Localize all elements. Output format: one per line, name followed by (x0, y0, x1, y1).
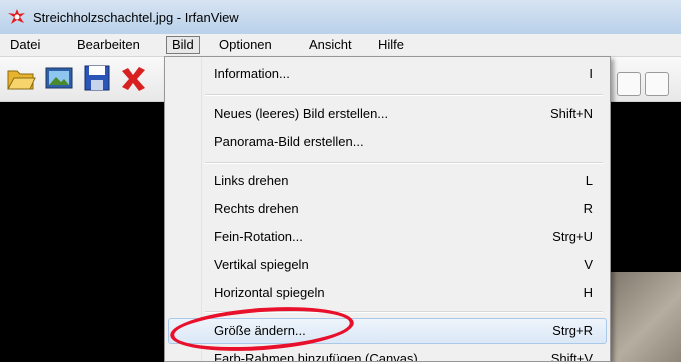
menu-item-label: Farb-Rahmen hinzufügen (Canvas) (214, 351, 418, 362)
menu-item-shortcut: H (583, 285, 593, 300)
delete-icon[interactable] (118, 63, 148, 93)
menu-item-shortcut: V (584, 257, 593, 272)
menu-item-label: Panorama-Bild erstellen... (214, 134, 364, 149)
menu-item-shortcut: Strg+U (552, 229, 593, 244)
title-bar: Streichholzschachtel.jpg - IrfanView (0, 0, 681, 34)
save-icon[interactable] (82, 63, 112, 93)
menu-item-label: Vertikal spiegeln (214, 257, 309, 272)
menu-separator (205, 94, 603, 96)
bild-menu-dropdown: Information... I Neues (leeres) Bild ers… (164, 56, 611, 362)
menu-optionen[interactable]: Optionen (214, 36, 277, 54)
menu-item-label: Fein-Rotation... (214, 229, 303, 244)
menu-item-links-drehen[interactable]: Links drehen L (168, 168, 607, 194)
irfanview-app-icon[interactable] (8, 9, 26, 25)
menu-ansicht[interactable]: Ansicht (304, 36, 357, 54)
menu-item-shortcut: R (583, 201, 593, 216)
menu-item-label: Neues (leeres) Bild erstellen... (214, 106, 389, 121)
menu-item-shortcut: Shift+N (550, 106, 593, 121)
menu-item-label: Größe ändern... (214, 323, 306, 338)
menu-item-neues-bild[interactable]: Neues (leeres) Bild erstellen... Shift+N (168, 101, 607, 127)
menu-bar: Datei Bearbeiten Bild Optionen Ansicht H… (0, 34, 681, 57)
menu-item-label: Horizontal spiegeln (214, 285, 325, 300)
menu-item-label: Information... (214, 66, 290, 81)
menu-item-groesse-aendern[interactable]: Größe ändern... Strg+R (168, 318, 607, 344)
menu-bearbeiten[interactable]: Bearbeiten (72, 36, 145, 54)
toolbar-button-right-2[interactable] (645, 72, 669, 96)
menu-item-farb-rahmen[interactable]: Farb-Rahmen hinzufügen (Canvas) Shift+V (168, 346, 607, 362)
menu-item-shortcut: Shift+V (550, 351, 593, 362)
menu-item-shortcut: I (589, 66, 593, 81)
toolbar-button-right-1[interactable] (617, 72, 641, 96)
window-title: Streichholzschachtel.jpg - IrfanView (33, 10, 239, 25)
menu-item-information[interactable]: Information... I (168, 61, 607, 87)
menu-hilfe[interactable]: Hilfe (373, 36, 409, 54)
menu-item-horizontal-spiegeln[interactable]: Horizontal spiegeln H (168, 280, 607, 306)
image-content (600, 272, 681, 362)
open-folder-icon[interactable] (6, 63, 36, 93)
menu-item-rechts-drehen[interactable]: Rechts drehen R (168, 196, 607, 222)
menu-item-fein-rotation[interactable]: Fein-Rotation... Strg+U (168, 224, 607, 250)
menu-item-label: Links drehen (214, 173, 289, 188)
thumbnails-icon[interactable] (44, 63, 74, 93)
menu-item-panorama[interactable]: Panorama-Bild erstellen... (168, 129, 607, 155)
menu-item-label: Rechts drehen (214, 201, 299, 216)
menu-separator (205, 311, 603, 313)
menu-item-shortcut: L (585, 173, 593, 188)
menu-separator (205, 162, 603, 164)
menu-item-shortcut: Strg+R (552, 323, 593, 338)
menu-item-vertikal-spiegeln[interactable]: Vertikal spiegeln V (168, 252, 607, 278)
menu-datei[interactable]: Datei (5, 36, 45, 54)
menu-bild[interactable]: Bild (166, 36, 200, 54)
